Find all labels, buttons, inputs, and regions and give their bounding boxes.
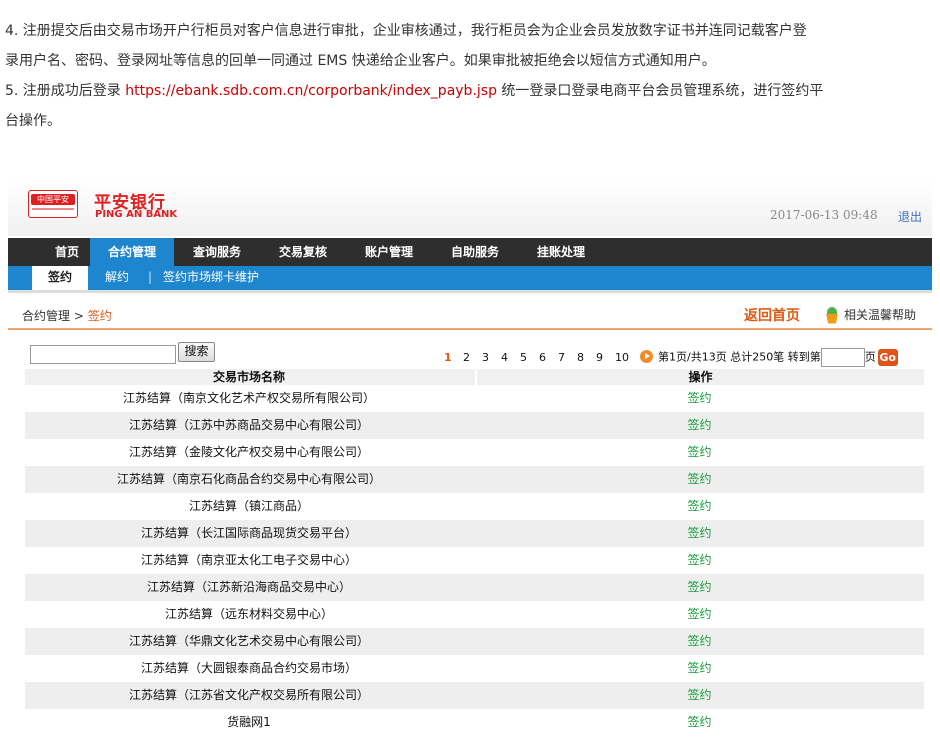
- page-link[interactable]: 10: [615, 351, 640, 364]
- sign-link[interactable]: 签约: [475, 493, 924, 520]
- page-link[interactable]: 2: [463, 351, 482, 364]
- table-row: 江苏结算（南京文化艺术产权交易所有限公司） 签约: [25, 385, 924, 412]
- table-row: 江苏结算（金陵文化产权交易中心有限公司） 签约: [25, 439, 924, 466]
- paragraph-4-line-2: 录用户名、密码、登录网址等信息的回单一同通过 EMS 快递给企业客户。如果审批被…: [5, 53, 716, 69]
- search-input[interactable]: [30, 345, 176, 364]
- sign-link[interactable]: 签约: [475, 439, 924, 466]
- sign-link[interactable]: 签约: [475, 385, 924, 412]
- table-row: 江苏结算（江苏新沿海商品交易中心） 签约: [25, 574, 924, 601]
- nav-contract-management[interactable]: 合约管理: [90, 238, 174, 266]
- market-name-cell: 江苏结算（江苏新沿海商品交易中心）: [146, 580, 351, 594]
- paragraph-5: 5. 注册成功后登录 https://ebank.sdb.com.cn/corp…: [5, 76, 935, 106]
- column-header-operation: 操作: [475, 369, 924, 385]
- sign-link[interactable]: 签约: [475, 412, 924, 439]
- table-row: 货融网1 签约: [25, 709, 924, 736]
- back-home-link[interactable]: 返回首页: [744, 305, 800, 325]
- breadcrumb-current: 签约: [87, 309, 112, 323]
- bank-name-en: PING AN BANK: [95, 209, 178, 220]
- paragraph-4-line-1: 4. 注册提交后由交易市场开户行柜员对客户信息进行审批，企业审核通过，我行柜员会…: [5, 23, 807, 39]
- market-name-cell: 江苏结算（南京石化商品合约交易中心有限公司）: [116, 472, 381, 486]
- subnav-sign[interactable]: 签约: [32, 266, 88, 290]
- page-link[interactable]: 9: [596, 351, 615, 364]
- subnav-separator: |: [148, 270, 153, 284]
- page-info: 第1页/共13页 总计250笔 转到第: [658, 350, 821, 364]
- paragraph-5-suffix: 统一登录口登录电商平台会员管理系统，进行签约平: [496, 83, 824, 99]
- nav-account-management[interactable]: 账户管理: [346, 238, 432, 266]
- market-name-cell: 江苏结算（长江国际商品现货交易平台）: [140, 526, 357, 540]
- market-table: 交易市场名称 操作 江苏结算（南京文化艺术产权交易所有限公司） 签约 江苏结算（江苏…: [25, 369, 924, 736]
- column-header-market-name: 交易市场名称: [212, 370, 285, 384]
- page-link[interactable]: 1: [444, 351, 463, 364]
- nav-home[interactable]: 首页: [38, 238, 96, 266]
- table-row: 江苏结算（远东材料交易中心） 签约: [25, 601, 924, 628]
- sign-link[interactable]: 签约: [475, 520, 924, 547]
- nav-pending-account[interactable]: 挂账处理: [518, 238, 604, 266]
- divider: [8, 290, 932, 293]
- market-name-cell: 江苏结算（南京文化艺术产权交易所有限公司）: [122, 391, 375, 405]
- logo-badge-text: 中国平安: [31, 194, 75, 205]
- market-name-cell: 江苏结算（金陵文化产权交易中心有限公司）: [128, 445, 369, 459]
- page-link[interactable]: 4: [501, 351, 520, 364]
- market-name-cell: 江苏结算（镇江商品）: [188, 499, 309, 513]
- divider-orange: [8, 328, 932, 330]
- breadcrumb: 合约管理 > 签约: [22, 309, 112, 323]
- main-nav: 首页 合约管理 查询服务 交易复核 账户管理 自助服务 挂账处理: [8, 238, 932, 266]
- table-row: 江苏结算（江苏中苏商品交易中心有限公司） 签约: [25, 412, 924, 439]
- help-link[interactable]: 相关温馨帮助: [824, 306, 916, 325]
- bank-screenshot: 中国平安 平安银行 PING AN BANK 2017-06-13 09:48 …: [8, 180, 932, 753]
- page-link[interactable]: 3: [482, 351, 501, 364]
- market-name-cell: 江苏结算（远东材料交易中心）: [164, 607, 333, 621]
- subnav-unsign[interactable]: 解约: [105, 266, 129, 290]
- table-row: 江苏结算（大圆银泰商品合约交易市场） 签约: [25, 655, 924, 682]
- pagination: 1 2 3 4 5 6 7 8 9 10 第1页/共13页 总计250笔 转到第 页 Go: [444, 348, 898, 367]
- page-suffix: 页: [864, 350, 876, 364]
- nav-self-service[interactable]: 自助服务: [432, 238, 518, 266]
- table-header: 交易市场名称 操作: [25, 369, 924, 385]
- sign-link[interactable]: 签约: [475, 574, 924, 601]
- sign-link[interactable]: 签约: [475, 466, 924, 493]
- article-text: 4. 注册提交后由交易市场开户行柜员对客户信息进行审批，企业审核通过，我行柜员会…: [5, 0, 935, 136]
- help-label: 相关温馨帮助: [844, 308, 917, 322]
- login-url-link[interactable]: https://ebank.sdb.com.cn/corporbank/inde…: [125, 83, 497, 99]
- table-row: 江苏结算（长江国际商品现货交易平台） 签约: [25, 520, 924, 547]
- nav-transaction-review[interactable]: 交易复核: [260, 238, 346, 266]
- paragraph-5-prefix: 5. 注册成功后登录: [5, 83, 126, 99]
- breadcrumb-root[interactable]: 合约管理: [22, 309, 70, 323]
- sub-nav: 签约 解约 | 签约市场绑卡维护: [8, 266, 932, 290]
- market-name-cell: 江苏结算（华鼎文化艺术交易中心有限公司）: [128, 634, 369, 648]
- plant-pot-icon: [824, 306, 840, 325]
- market-name-cell: 江苏结算（江苏中苏商品交易中心有限公司）: [128, 418, 369, 432]
- top-bar: 中国平安 平安银行 PING AN BANK 2017-06-13 09:48 …: [8, 180, 932, 236]
- market-name-cell: 江苏结算（南京亚太化工电子交易中心）: [140, 553, 357, 567]
- page-link[interactable]: 8: [577, 351, 596, 364]
- table-row: 江苏结算（江苏省文化产权交易所有限公司） 签约: [25, 682, 924, 709]
- logout-link[interactable]: 退出: [898, 208, 922, 225]
- sign-link[interactable]: 签约: [475, 601, 924, 628]
- next-page-icon[interactable]: [640, 349, 653, 363]
- table-row: 江苏结算（南京石化商品合约交易中心有限公司） 签约: [25, 466, 924, 493]
- search-button[interactable]: 搜索: [178, 342, 215, 362]
- subnav-card-maintenance[interactable]: 签约市场绑卡维护: [163, 266, 259, 290]
- table-row: 江苏结算（南京亚太化工电子交易中心） 签约: [25, 547, 924, 574]
- page-link[interactable]: 7: [558, 351, 577, 364]
- go-button[interactable]: Go: [877, 349, 898, 366]
- pingan-logo-icon: 中国平安: [28, 190, 78, 218]
- page-link[interactable]: 5: [520, 351, 539, 364]
- login-datetime: 2017-06-13 09:48: [770, 208, 878, 222]
- market-name-cell: 江苏结算（大圆银泰商品合约交易市场）: [140, 661, 357, 675]
- goto-page-input[interactable]: [820, 348, 865, 367]
- table-row: 江苏结算（华鼎文化艺术交易中心有限公司） 签约: [25, 628, 924, 655]
- page-link[interactable]: 6: [539, 351, 558, 364]
- sign-link[interactable]: 签约: [475, 682, 924, 709]
- sign-link[interactable]: 签约: [475, 709, 924, 736]
- paragraph-5-line-2: 台操作。: [5, 113, 61, 129]
- table-row: 江苏结算（镇江商品） 签约: [25, 493, 924, 520]
- market-name-cell: 江苏结算（江苏省文化产权交易所有限公司）: [128, 688, 369, 702]
- nav-query-service[interactable]: 查询服务: [174, 238, 260, 266]
- market-name-cell: 货融网1: [227, 715, 271, 729]
- sign-link[interactable]: 签约: [475, 547, 924, 574]
- sign-link[interactable]: 签约: [475, 628, 924, 655]
- sign-link[interactable]: 签约: [475, 655, 924, 682]
